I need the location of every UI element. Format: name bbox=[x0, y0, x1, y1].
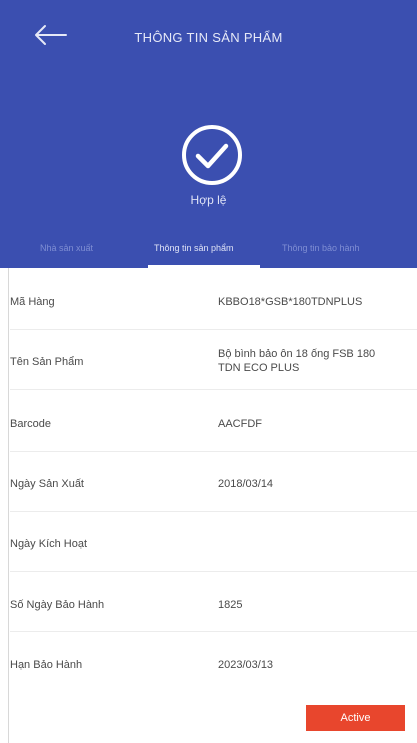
row-value: AACFDF bbox=[218, 418, 262, 430]
row-divider bbox=[10, 571, 417, 572]
active-tab-indicator bbox=[148, 265, 260, 268]
info-row-warranty-days: Số Ngày Bảo Hành 1825 bbox=[0, 576, 417, 632]
info-row-product-code: Mã Hàng KBBO18*GSB*180TDNPLUS bbox=[0, 274, 417, 330]
row-label: Tên Sản Phẩm bbox=[10, 356, 84, 368]
row-divider bbox=[10, 389, 417, 390]
row-value-line2: TDN ECO PLUS bbox=[218, 362, 300, 374]
info-row-manufacture-date: Ngày Sản Xuất 2018/03/14 bbox=[0, 456, 417, 512]
info-row-warranty-expiry: Hạn Bảo Hành 2023/03/13 bbox=[0, 638, 417, 694]
status-label: Hợp lệ bbox=[190, 193, 227, 207]
row-divider bbox=[10, 329, 417, 330]
row-label: Ngày Kích Hoạt bbox=[10, 538, 88, 550]
row-label: Mã Hàng bbox=[10, 296, 55, 308]
row-label: Hạn Bảo Hành bbox=[10, 659, 83, 671]
info-row-product-name: Tên Sản Phẩm Bộ bình bảo ôn 18 ống FSB 1… bbox=[0, 334, 417, 390]
tab-manufacturer[interactable]: Nhà sản xuất bbox=[40, 243, 93, 253]
row-value: Bộ bình bảo ôn 18 ống FSB 180 bbox=[218, 348, 376, 360]
row-divider bbox=[10, 451, 417, 452]
active-button[interactable]: Active bbox=[306, 705, 405, 731]
tab-warranty-info[interactable]: Thông tin bảo hành bbox=[282, 243, 360, 253]
info-row-activation-date: Ngày Kích Hoạt bbox=[0, 516, 417, 572]
header: THÔNG TIN SẢN PHẨM Hợp lệ Nhà sản xuất T… bbox=[0, 0, 417, 268]
row-label: Số Ngày Bảo Hành bbox=[10, 599, 105, 611]
row-value: 1825 bbox=[218, 599, 243, 611]
row-divider bbox=[10, 511, 417, 512]
row-label: Ngày Sản Xuất bbox=[10, 478, 84, 490]
page-title: THÔNG TIN SẢN PHẨM bbox=[134, 30, 283, 45]
row-value: 2018/03/14 bbox=[218, 478, 274, 490]
row-divider bbox=[10, 631, 417, 632]
check-circle-icon bbox=[182, 125, 242, 185]
tab-bar: Nhà sản xuất Thông tin sản phẩm Thông ti… bbox=[0, 236, 417, 268]
row-value: KBBO18*GSB*180TDNPLUS bbox=[218, 296, 363, 308]
info-row-barcode: Barcode AACFDF bbox=[0, 396, 417, 452]
row-label: Barcode bbox=[10, 418, 51, 430]
row-value: 2023/03/13 bbox=[218, 659, 274, 671]
tab-product-info[interactable]: Thông tin sản phẩm bbox=[154, 243, 234, 253]
